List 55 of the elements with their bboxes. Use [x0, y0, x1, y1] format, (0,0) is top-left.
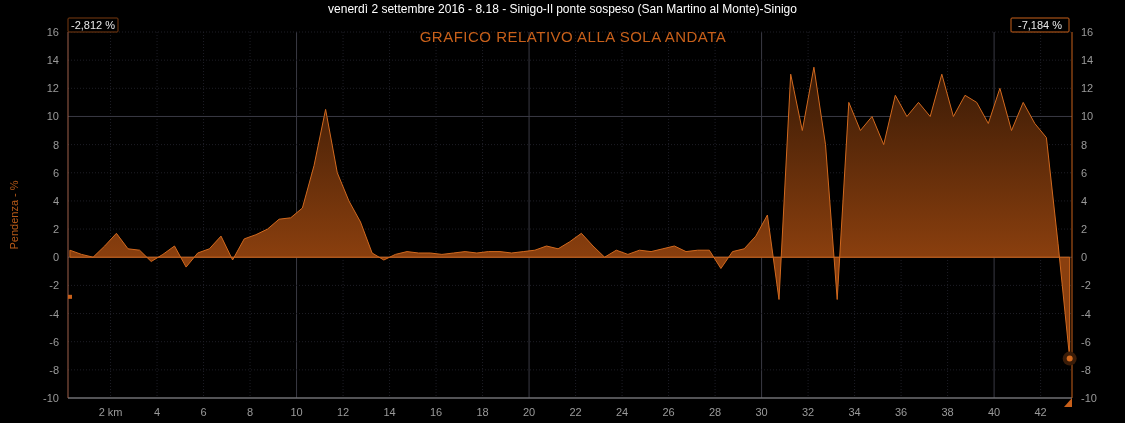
x-tick-label: 8 [247, 406, 254, 418]
x-tick-label: 28 [708, 406, 722, 418]
x-tick-label: 40 [988, 406, 1001, 418]
cursor-marker-icon [68, 294, 72, 299]
y-tick-label: -2 [49, 279, 59, 292]
chart-subtitle: GRAFICO RELATIVO ALLA SOLA ANDATA [419, 28, 727, 45]
y-tick-label: -2 [1081, 279, 1091, 292]
y-tick-label: -4 [1081, 307, 1091, 320]
x-tick-label: 22 [569, 406, 582, 418]
x-tick-label: 32 [801, 406, 815, 418]
y-tick-label: 4 [52, 194, 59, 207]
chart-title: venerdì 2 settembre 2016 - 8.18 - Sinigo-Il ponte sospeso (San Martino al Monte)-Sinigo [328, 2, 797, 16]
y-tick-label: -8 [1081, 363, 1091, 376]
y-tick-label: -4 [49, 307, 59, 320]
y-tick-label: 14 [46, 54, 59, 67]
x-tick-label: 14 [383, 406, 396, 418]
y-tick-label: -10 [1081, 392, 1097, 404]
y-tick-label: 16 [46, 26, 59, 38]
y-tick-label: 0 [52, 251, 59, 264]
y-tick-label: 14 [1081, 54, 1094, 67]
y-tick-label: 2 [52, 223, 59, 236]
y-tick-label: -8 [49, 363, 59, 376]
y-tick-label: 12 [1081, 82, 1094, 95]
x-tick-label: 4 [154, 406, 161, 418]
y-tick-label: -6 [49, 335, 59, 348]
cursor-value-label: -7,184 % [1010, 17, 1070, 33]
x-tick-label: 2 km [98, 406, 123, 418]
y-tick-label: 2 [1081, 223, 1088, 236]
y-tick-label: -6 [1081, 335, 1091, 348]
x-tick-label: 6 [200, 406, 207, 418]
y-tick-label: 8 [1081, 138, 1088, 151]
x-tick-label: 30 [755, 406, 768, 418]
x-tick-label: 18 [476, 406, 489, 418]
y-tick-label: 6 [52, 166, 59, 179]
y-tick-label: 12 [46, 82, 59, 95]
x-tick-label: 24 [615, 406, 629, 418]
x-tick-label: 34 [848, 406, 861, 418]
x-tick-label: 36 [895, 406, 908, 418]
y-tick-label: 0 [1081, 251, 1088, 264]
y-tick-label: 10 [1081, 110, 1094, 123]
y-axis-title: Pendenza - % [8, 180, 20, 250]
x-tick-label: 10 [290, 406, 303, 418]
y-tick-label: -10 [43, 392, 59, 404]
x-tick-label: 16 [429, 406, 443, 418]
x-tick-label: 42 [1034, 406, 1047, 418]
x-tick-label: 38 [941, 406, 954, 418]
y-tick-label: 10 [46, 110, 59, 123]
x-tick-label: 26 [662, 406, 675, 418]
x-tick-label: 20 [522, 406, 536, 418]
y-tick-label: 6 [1081, 166, 1088, 179]
y-tick-label: 4 [1081, 194, 1088, 207]
x-tick-label: 12 [336, 406, 350, 418]
y-tick-label: 16 [1081, 26, 1094, 38]
y-tick-label: 8 [52, 138, 59, 151]
cursor-value-label: -2,812 % [67, 17, 119, 33]
